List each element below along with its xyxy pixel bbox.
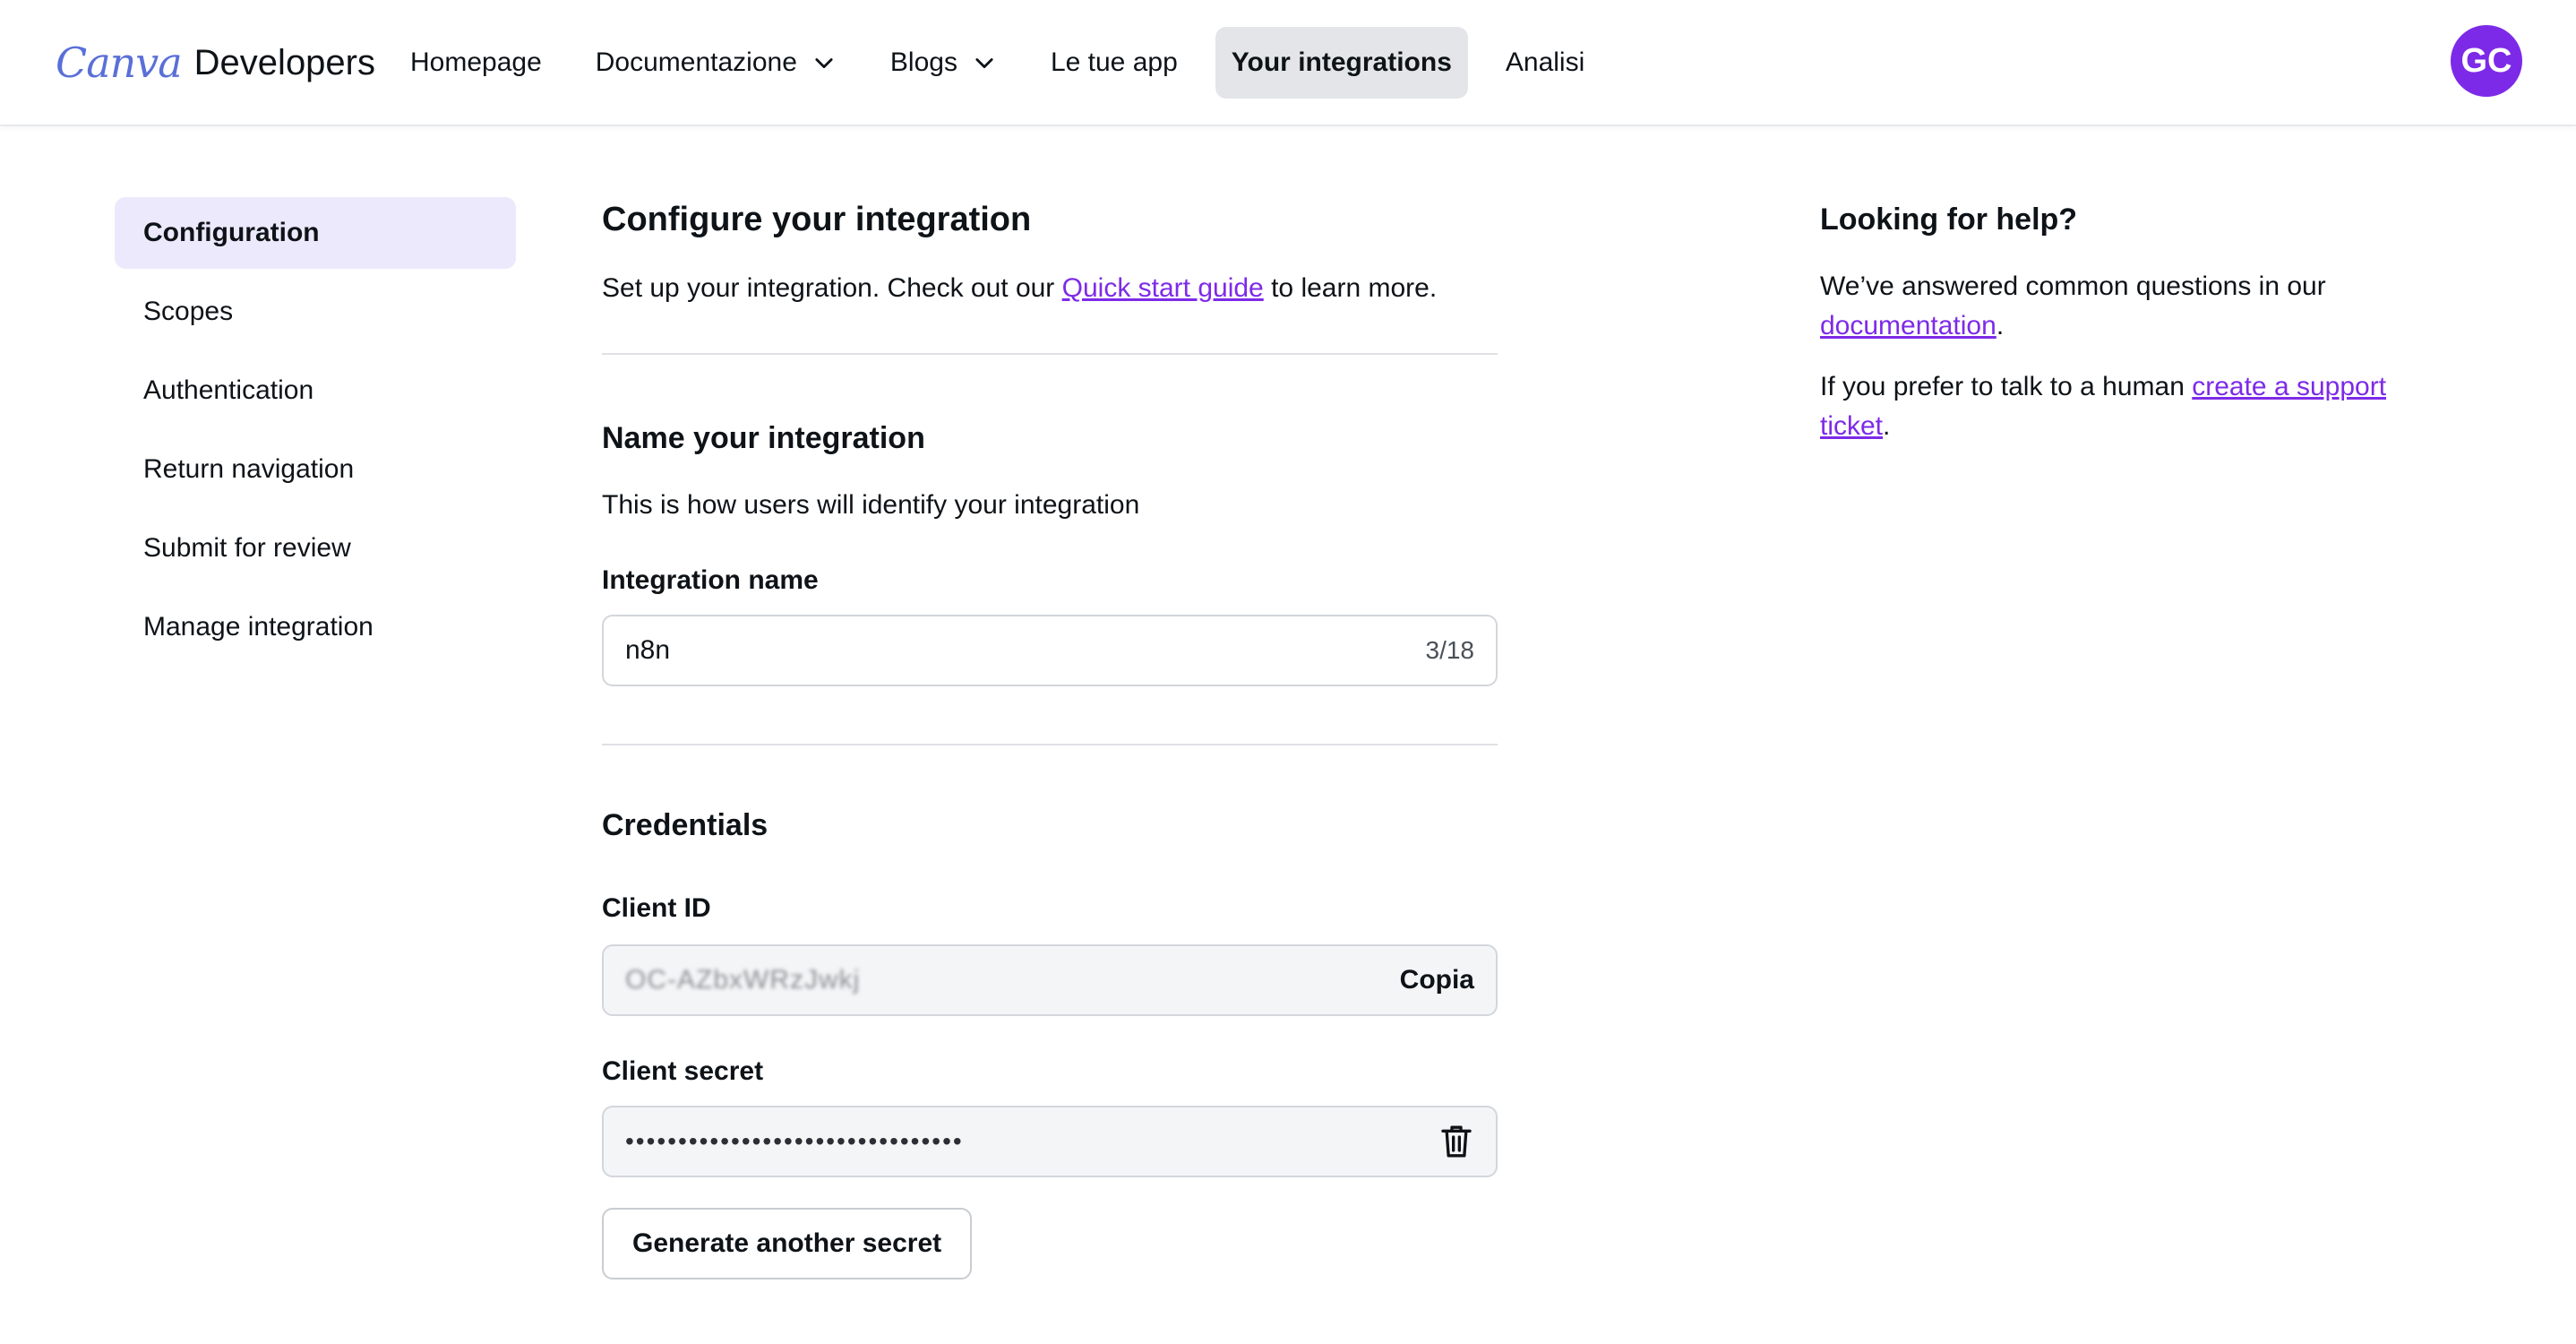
sidebar-item-label: Authentication: [143, 375, 314, 405]
sidebar-item-label: Return navigation: [143, 454, 355, 484]
nav-your-integrations[interactable]: Your integrations: [1215, 27, 1468, 99]
quick-start-guide-link[interactable]: Quick start guide: [1062, 273, 1264, 303]
nav-label: Homepage: [410, 47, 542, 77]
canva-developers-logo[interactable]: Canva Developers: [56, 36, 375, 90]
help-paragraph-documentation: We’ve answered common questions in our d…: [1820, 267, 2447, 346]
integration-name-field[interactable]: n8n 3/18: [602, 615, 1498, 686]
client-secret-field: ••••••••••••••••••••••••••••••••: [602, 1106, 1498, 1177]
sidebar-item-configuration[interactable]: Configuration: [115, 197, 516, 269]
nav-label: Your integrations: [1231, 47, 1452, 77]
nav-le-tue-app[interactable]: Le tue app: [1035, 27, 1194, 99]
chevron-down-icon: [972, 50, 997, 75]
sidebar-item-label: Submit for review: [143, 533, 351, 563]
sidebar-item-label: Configuration: [143, 218, 320, 247]
sidebar-item-scopes[interactable]: Scopes: [115, 276, 516, 348]
character-counter: 3/18: [1425, 636, 1475, 664]
help-text: We’ve answered common questions in our: [1820, 271, 2326, 301]
top-navigation-bar: Canva Developers Homepage Documentazione…: [0, 0, 2576, 126]
nav-label: Blogs: [889, 47, 957, 77]
client-secret-value: ••••••••••••••••••••••••••••••••: [625, 1127, 964, 1155]
integration-name-label: Integration name: [602, 565, 819, 595]
client-id-label: Client ID: [602, 893, 711, 923]
help-text: .: [1996, 311, 2005, 340]
section-divider: [602, 353, 1498, 355]
name-section-description: This is how users will identify your int…: [602, 490, 1140, 520]
help-text: .: [1883, 411, 1891, 441]
nav-label: Documentazione: [595, 47, 797, 77]
copy-button[interactable]: Copia: [1400, 965, 1474, 995]
chevron-down-icon: [811, 50, 837, 75]
client-id-value: OC-AZbxWRzJwkj: [625, 965, 861, 995]
sidebar-item-return-navigation[interactable]: Return navigation: [115, 434, 516, 505]
section-divider: [602, 744, 1498, 745]
help-text: If you prefer to talk to a human: [1820, 372, 2193, 401]
nav-label: Analisi: [1505, 47, 1585, 77]
documentation-link[interactable]: documentation: [1820, 311, 1996, 340]
logo-product: Developers: [193, 42, 375, 82]
nav-blogs[interactable]: Blogs: [874, 27, 1013, 99]
sidebar-item-authentication[interactable]: Authentication: [115, 355, 516, 426]
sidebar-item-label: Manage integration: [143, 612, 374, 642]
page-title: Configure your integration: [602, 201, 1032, 238]
sidebar: Configuration Scopes Authentication Retu…: [115, 197, 516, 670]
credentials-heading: Credentials: [602, 808, 769, 842]
sidebar-item-label: Scopes: [143, 297, 234, 326]
intro-text: Set up your integration. Check out our Q…: [602, 269, 1498, 308]
intro-text-after: to learn more.: [1263, 273, 1438, 303]
main-content: Configure your integration Set up your i…: [602, 197, 1498, 1279]
nav-documentazione[interactable]: Documentazione: [580, 27, 853, 99]
trash-icon[interactable]: [1438, 1122, 1474, 1161]
nav-analisi[interactable]: Analisi: [1490, 27, 1601, 99]
generate-another-secret-button[interactable]: Generate another secret: [602, 1208, 973, 1279]
client-secret-label: Client secret: [602, 1056, 764, 1086]
help-heading: Looking for help?: [1820, 202, 2078, 237]
help-panel: Looking for help? We’ve answered common …: [1820, 197, 2447, 446]
help-paragraph-support: If you prefer to talk to a human create …: [1820, 367, 2447, 446]
name-section-heading: Name your integration: [602, 421, 925, 455]
intro-text-before: Set up your integration. Check out our: [602, 273, 1062, 303]
client-id-field: OC-AZbxWRzJwkj Copia: [602, 944, 1498, 1016]
nav-label: Le tue app: [1050, 47, 1178, 77]
sidebar-item-submit-for-review[interactable]: Submit for review: [115, 513, 516, 584]
sidebar-item-manage-integration[interactable]: Manage integration: [115, 591, 516, 663]
main-nav: Homepage Documentazione Blogs Le tue app…: [394, 27, 1622, 99]
logo-brand: Canva: [56, 39, 183, 87]
avatar[interactable]: GC: [2451, 25, 2522, 97]
integration-name-value: n8n: [625, 635, 671, 665]
nav-homepage[interactable]: Homepage: [394, 27, 558, 99]
